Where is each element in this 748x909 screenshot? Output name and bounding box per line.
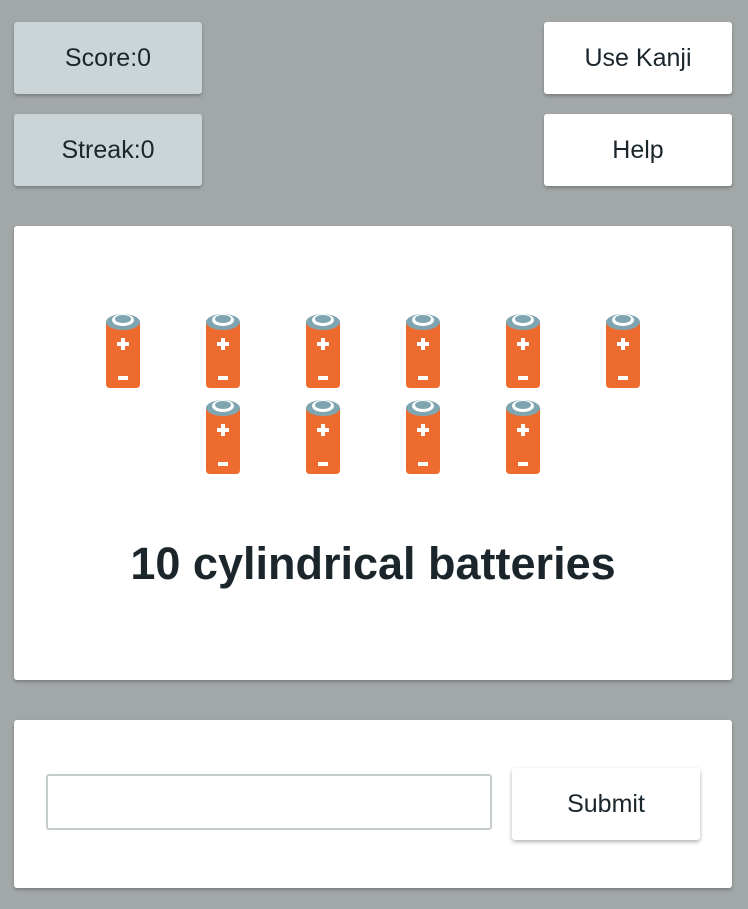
score-display: Score: 0 [14,22,202,94]
score-label: Score: [64,43,138,72]
battery-icon [406,400,440,474]
answer-input[interactable] [46,774,492,830]
question-prompt: 10 cylindrical batteries [130,538,616,589]
battery-icon [506,400,540,474]
battery-icon [306,314,340,388]
battery-icon [206,400,240,474]
battery-icon [206,314,240,388]
submit-button[interactable]: Submit [512,768,700,840]
answer-card: Submit [14,720,732,888]
battery-icon [606,314,640,388]
help-button[interactable]: Help [544,114,732,186]
streak-value: 0 [140,135,155,164]
streak-label: Streak: [61,135,141,164]
battery-icon [306,400,340,474]
battery-icon [506,314,540,388]
score-value: 0 [137,43,152,72]
battery-icon [106,314,140,388]
question-card: 10 cylindrical batteries [14,226,732,680]
counter-illustration [14,226,732,486]
use-kanji-button[interactable]: Use Kanji [544,22,732,94]
battery-icon [406,314,440,388]
streak-display: Streak: 0 [14,114,202,186]
